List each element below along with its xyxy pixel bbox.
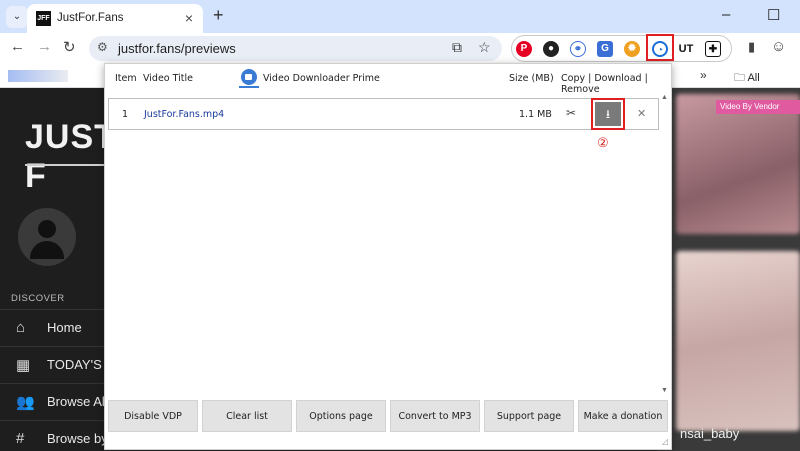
url-text[interactable]: justfor.fans/previews xyxy=(118,41,236,56)
more-bookmarks-icon[interactable]: » xyxy=(700,68,707,82)
profile-avatar-icon[interactable]: ☺ xyxy=(771,38,786,55)
video-downloader-popup: Item Video Title Video Downloader Prime … xyxy=(104,63,672,450)
convert-to-mp3-button[interactable]: Convert to MP3 xyxy=(390,400,480,432)
star-icon[interactable]: ☆ xyxy=(478,39,491,56)
col-item: Item xyxy=(115,73,137,84)
resize-grip-icon[interactable]: ◿ xyxy=(662,437,668,446)
link-extension-icon[interactable]: ⚭ xyxy=(570,41,586,57)
support-page-button[interactable]: Support page xyxy=(484,400,574,432)
popup-scrollbar[interactable]: ▲ ▼ xyxy=(660,94,671,394)
ut-extension-icon[interactable]: UT xyxy=(678,41,694,57)
address-bar[interactable]: ⚙ justfor.fans/previews ⧉ ☆ xyxy=(89,36,502,61)
row-index: 1 xyxy=(122,109,129,120)
highlight-box-download xyxy=(591,98,625,130)
video-row: 1 JustFor.Fans.mp4 1.1 MB ✂ ⭳ ✕ xyxy=(108,98,659,130)
logo-divider xyxy=(25,164,105,166)
disable-vdp-button[interactable]: Disable VDP xyxy=(108,400,198,432)
tab-strip: ⌄ JFF JustFor.Fans × + – ☐ xyxy=(0,0,800,33)
translate-icon[interactable]: G xyxy=(597,41,613,57)
make-donation-button[interactable]: Make a donation xyxy=(578,400,668,432)
sidebar-item-label: Browse by xyxy=(47,431,108,446)
site-info-icon[interactable]: ⚙ xyxy=(97,40,108,54)
tab-title: JustFor.Fans xyxy=(57,12,124,24)
site-favicon-icon: JFF xyxy=(36,11,51,26)
back-icon[interactable]: ← xyxy=(10,38,25,55)
col-actions: Copy | Download | Remove xyxy=(561,73,648,95)
install-app-icon[interactable]: ⧉ xyxy=(452,39,462,56)
sidebar-item-browse-all[interactable]: 👥 Browse All xyxy=(0,383,108,420)
sun-extension-icon[interactable]: ✹ xyxy=(624,41,640,57)
tab-justforfans[interactable]: JFF JustFor.Fans × xyxy=(27,4,203,33)
reload-icon[interactable]: ↻ xyxy=(63,38,76,56)
forward-icon[interactable]: → xyxy=(37,38,52,55)
blurred-bookmarks xyxy=(8,70,68,82)
row-filename[interactable]: JustFor.Fans.mp4 xyxy=(144,109,224,120)
sidebar-item-label: Browse All xyxy=(47,394,108,409)
browser-toolbar: ← → ↻ ⚙ justfor.fans/previews ⧉ ☆ P ● ⚭ … xyxy=(0,33,800,80)
extensions-group: P ● ⚭ G ✹ ◔ UT ✚ xyxy=(511,35,732,62)
highlight-box-vdp xyxy=(646,34,674,61)
video-card-thumbnail[interactable] xyxy=(676,94,800,234)
col-video-title: Video Title xyxy=(143,73,193,84)
pinterest-icon[interactable]: P xyxy=(516,41,532,57)
side-panel-icon[interactable]: ▮ xyxy=(748,39,755,55)
avatar[interactable] xyxy=(18,208,76,266)
new-tab-plus-icon[interactable]: + xyxy=(213,5,224,26)
site-content-area: Video By Vendor nsai_baby xyxy=(658,88,800,451)
card-badge: Video By Vendor xyxy=(716,100,800,114)
sidebar-item-label: TODAY'S xyxy=(47,357,102,372)
app-name: Video Downloader Prime xyxy=(263,73,380,84)
col-size: Size (MB) xyxy=(509,73,554,84)
annotation-mark-2: ② xyxy=(597,135,609,150)
extension-dots-icon[interactable]: ● xyxy=(543,41,559,57)
sidebar-item-todays[interactable]: ▦ TODAY'S xyxy=(0,346,104,383)
clear-list-button[interactable]: Clear list xyxy=(202,400,292,432)
minimize-icon[interactable]: – xyxy=(722,6,730,23)
video-downloader-logo-icon xyxy=(241,69,257,85)
hashtag-icon: # xyxy=(16,430,25,447)
sidebar-item-label: Home xyxy=(47,320,82,335)
video-card-thumbnail[interactable] xyxy=(676,251,800,431)
discover-heading: DISCOVER xyxy=(11,293,65,304)
maximize-icon[interactable]: ☐ xyxy=(767,6,780,24)
popup-header: Item Video Title Video Downloader Prime … xyxy=(105,64,671,95)
sidebar-item-browse-by[interactable]: # Browse by xyxy=(0,420,108,451)
profile-name[interactable]: nsai_baby xyxy=(680,426,739,441)
scroll-up-icon[interactable]: ▲ xyxy=(661,94,668,101)
scroll-down-icon[interactable]: ▼ xyxy=(661,387,668,394)
tab-search-dropdown-icon[interactable]: ⌄ xyxy=(6,6,28,28)
calendar-icon: ▦ xyxy=(16,357,31,374)
row-size: 1.1 MB xyxy=(519,109,552,120)
sidebar-item-home[interactable]: ⌂ Home xyxy=(0,309,104,346)
site-sidebar: JUST F DISCOVER ⌂ Home ▦ TODAY'S 👥 Brows… xyxy=(0,88,115,451)
home-icon: ⌂ xyxy=(16,319,26,336)
options-page-button[interactable]: Options page xyxy=(296,400,386,432)
puzzle-icon[interactable]: ✚ xyxy=(705,41,721,57)
users-icon: 👥 xyxy=(16,394,35,411)
remove-icon[interactable]: ✕ xyxy=(637,107,646,120)
scissors-icon[interactable]: ✂ xyxy=(566,106,576,120)
popup-footer: Disable VDP Clear list Options page Conv… xyxy=(105,397,671,437)
site-logo[interactable]: JUST F xyxy=(25,118,116,196)
tab-close-icon[interactable]: × xyxy=(185,10,193,26)
